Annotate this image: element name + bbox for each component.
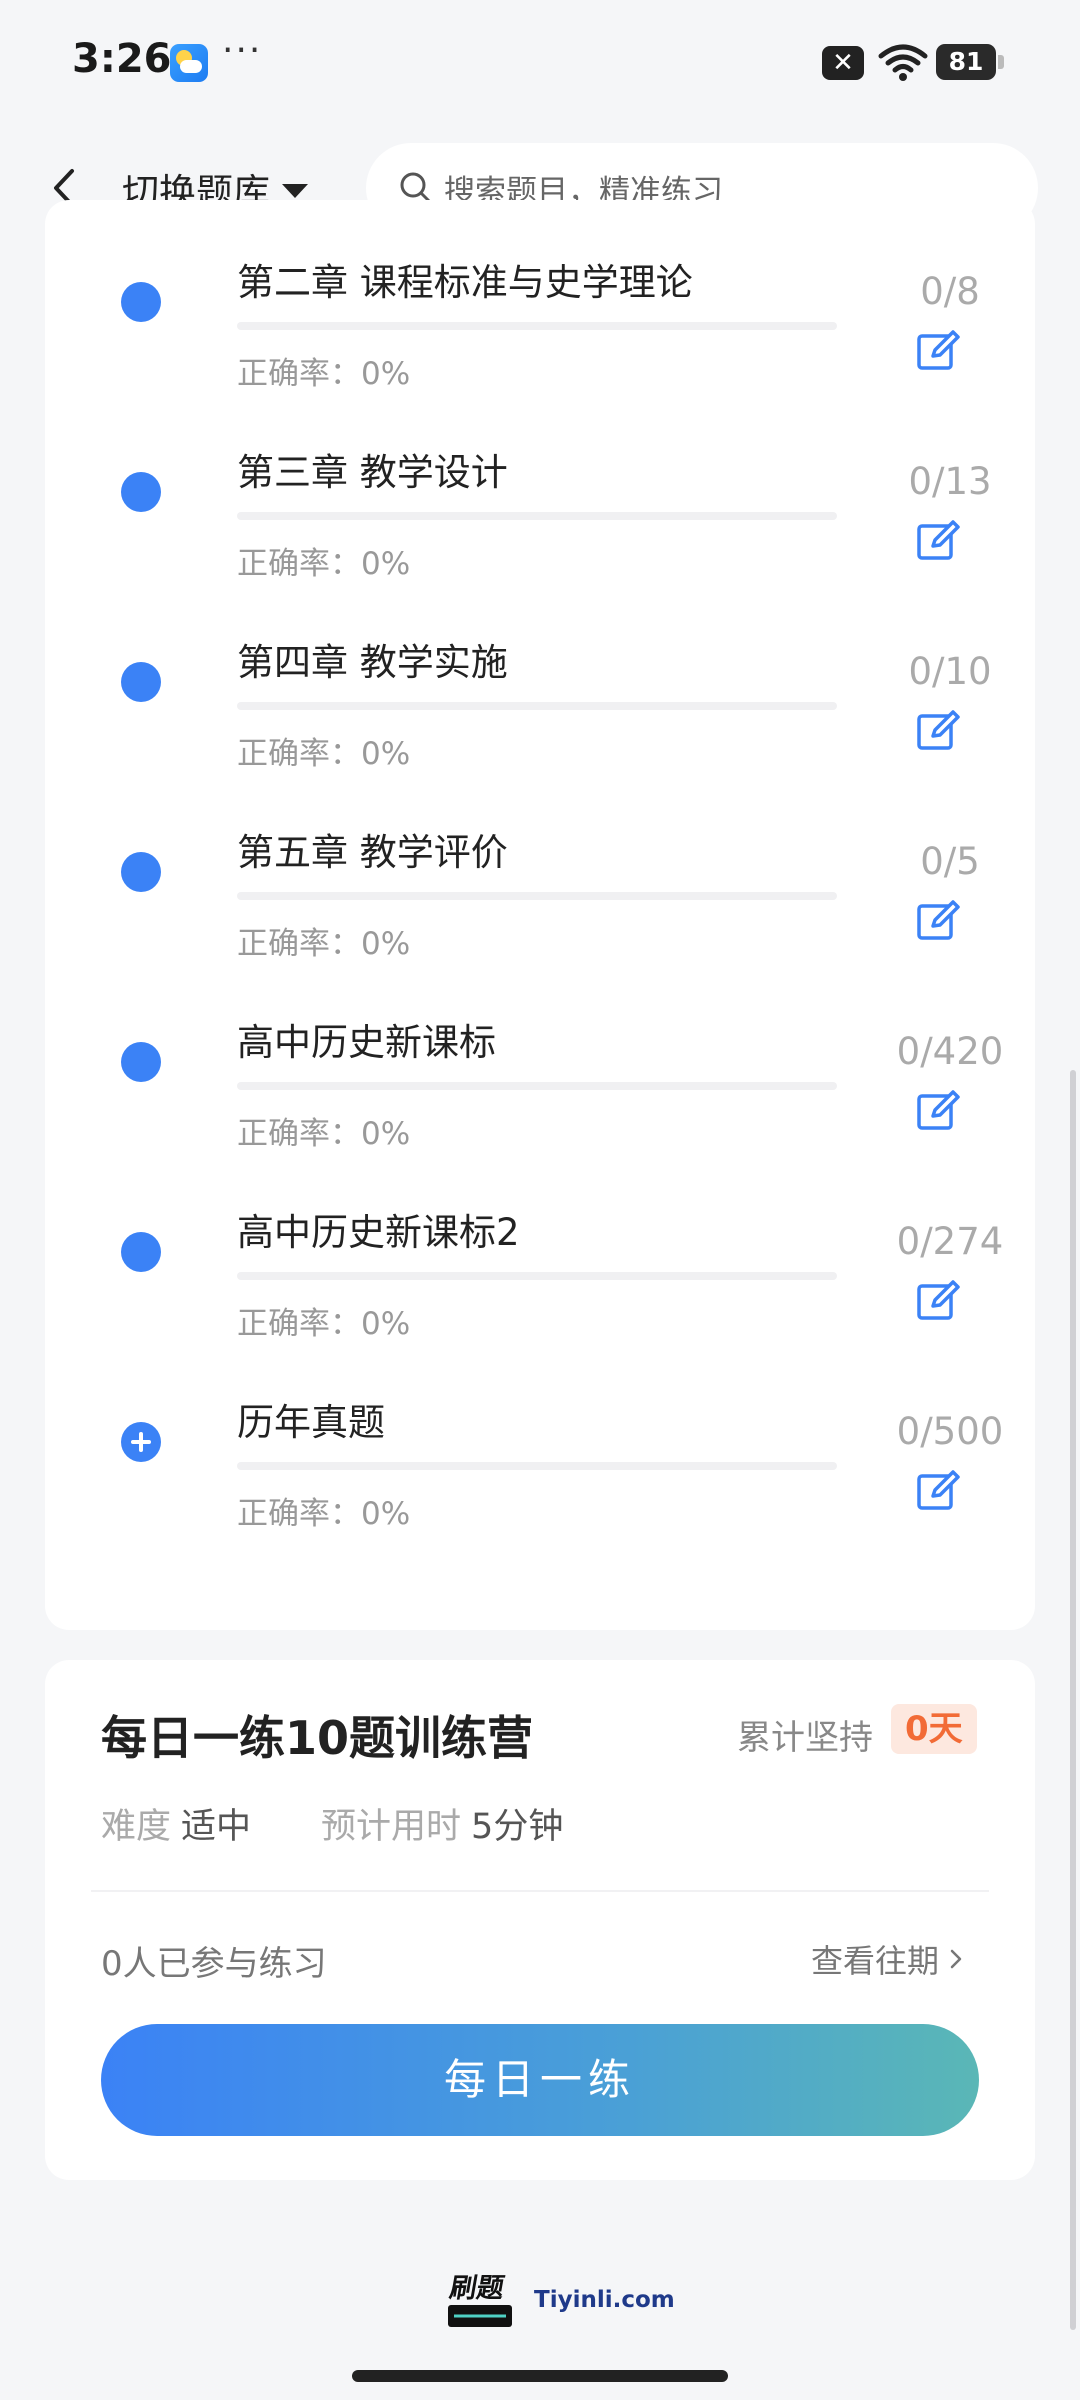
- chapter-row[interactable]: 高中历史新课标2 正确率：0% 0/274: [45, 1120, 1035, 1342]
- expand-plus-icon[interactable]: [121, 1422, 161, 1462]
- chapter-dot-icon: [121, 852, 161, 892]
- logo-mark-text: 刷题: [447, 2273, 507, 2304]
- daily-practice-button[interactable]: 每日一练: [101, 2024, 979, 2136]
- weather-icon: [170, 44, 208, 82]
- chapter-progress-bar: [237, 702, 837, 710]
- chapter-row[interactable]: 高中历史新课标 正确率：0% 0/420: [45, 930, 1035, 1152]
- chapter-dot-icon: [121, 1042, 161, 1082]
- chapter-title: 高中历史新课标2: [237, 1211, 520, 1254]
- chapter-list-card: 第二章 课程标准与史学理论 正确率：0% 0/8 第三章 教学设计 正确率：0%…: [45, 200, 1035, 1630]
- chapter-progress-bar: [237, 1272, 837, 1280]
- chapter-progress-bar: [237, 1462, 837, 1470]
- view-history-label: 查看往期: [811, 1942, 940, 1980]
- chapter-dot-icon: [121, 1232, 161, 1272]
- status-bar: 3:26 ··· ✕ 81: [0, 0, 1080, 125]
- chapter-title: 第五章 教学评价: [237, 831, 508, 874]
- brand-logo-text: Tiyinli.com: [534, 2287, 675, 2313]
- more-dots-icon: ···: [222, 30, 263, 71]
- brand-logo-icon: 刷题: [447, 2273, 512, 2327]
- chapter-title: 高中历史新课标: [237, 1021, 496, 1064]
- difficulty-value: 适中: [181, 1807, 252, 1847]
- wifi-icon: [878, 44, 928, 81]
- daily-practice-title: 每日一练10题训练营: [101, 1711, 534, 1765]
- chapter-progress-bar: [237, 892, 837, 900]
- chapter-dot-icon: [121, 282, 161, 322]
- chapter-progress-bar: [237, 322, 837, 330]
- difficulty-label: 难度: [101, 1807, 172, 1847]
- participants-count: 0人已参与练习: [101, 1944, 327, 1984]
- chapter-title: 第三章 教学设计: [237, 451, 508, 494]
- chapter-dot-icon: [121, 662, 161, 702]
- chapter-count: 0/10: [908, 650, 992, 693]
- scrollbar[interactable]: [1070, 1070, 1076, 2330]
- chapter-row[interactable]: 第五章 教学评价 正确率：0% 0/5: [45, 740, 1035, 962]
- chapter-progress-bar: [237, 512, 837, 520]
- chapter-count: 0/13: [908, 460, 992, 503]
- chapter-count: 0/500: [896, 1410, 1004, 1453]
- daily-meta-row: 难度 适中 预计用时 5分钟: [101, 1798, 563, 1849]
- divider: [91, 1890, 989, 1892]
- chapter-dot-icon: [121, 472, 161, 512]
- chapter-row[interactable]: 历年真题 正确率：0% 0/500: [45, 1310, 1035, 1532]
- battery-icon: 81: [936, 44, 1004, 80]
- chapter-title: 历年真题: [237, 1401, 385, 1444]
- status-time: 3:26: [72, 36, 172, 82]
- chapter-count: 0/274: [896, 1220, 1004, 1263]
- chapter-count: 0/5: [920, 840, 980, 883]
- chapter-title: 第二章 课程标准与史学理论: [237, 261, 693, 304]
- edit-icon[interactable]: [915, 1468, 961, 1514]
- chapter-title: 第四章 教学实施: [237, 641, 508, 684]
- chapter-accuracy: 正确率：0%: [237, 1496, 411, 1532]
- chapter-count: 0/420: [896, 1030, 1004, 1073]
- chevron-right-icon: [950, 1949, 962, 1969]
- chapter-row[interactable]: 第二章 课程标准与史学理论 正确率：0% 0/8: [45, 170, 1035, 392]
- chapter-row[interactable]: 第三章 教学设计 正确率：0% 0/13: [45, 360, 1035, 582]
- home-indicator[interactable]: [352, 2370, 728, 2382]
- chapter-count: 0/8: [920, 270, 980, 313]
- persist-label: 累计坚持: [737, 1718, 873, 1758]
- chapter-progress-bar: [237, 1082, 837, 1090]
- estimated-time-label: 预计用时: [321, 1807, 462, 1847]
- persist-days-badge: 0天: [891, 1704, 977, 1754]
- footer-logo: 刷题 Tiyinli.com: [440, 2265, 675, 2335]
- notification-icon: ✕: [822, 46, 864, 80]
- view-history-link[interactable]: 查看往期: [811, 1936, 967, 1982]
- chapter-row[interactable]: 第四章 教学实施 正确率：0% 0/10: [45, 550, 1035, 772]
- daily-practice-card: 每日一练10题训练营 累计坚持 0天 难度 适中 预计用时 5分钟 0人已参与练习 查…: [45, 1660, 1035, 2180]
- estimated-time-value: 5分钟: [471, 1807, 564, 1847]
